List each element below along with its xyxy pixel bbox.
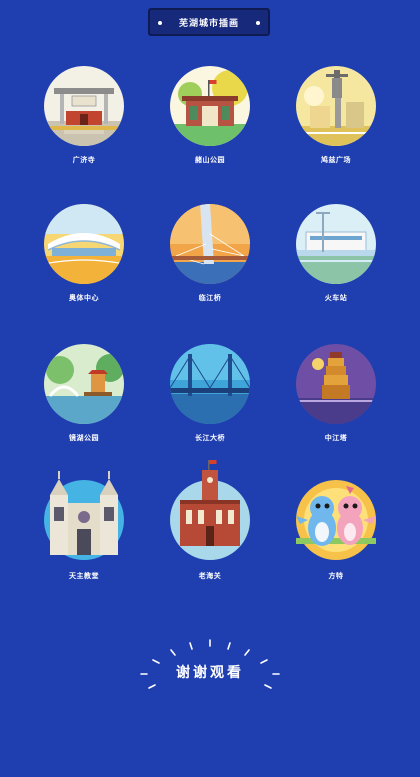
item-yangtze-bridge[interactable]: 长江大桥 [150,344,270,454]
item-label: 老海关 [198,572,222,580]
item-train-station[interactable]: 火车站 [276,204,396,314]
customs-house-icon [170,460,250,560]
lake-pavilion-icon [44,344,124,424]
illustration-grid: 广济寺 赭山公园 鸠兹广场 奥体中心 临江桥 火车站 镜湖公园 长江大桥 中江塔… [0,0,420,600]
train-station-icon [296,204,376,284]
item-label: 方特 [328,572,344,580]
statue-plaza-icon [296,66,376,146]
item-label: 长江大桥 [195,434,225,442]
item-jiuzi-plaza[interactable]: 鸠兹广场 [276,66,396,176]
item-label: 鸠兹广场 [321,156,351,164]
pagoda-icon [296,344,376,424]
stadium-icon [44,204,124,284]
item-label: 临江桥 [198,294,222,302]
park-gate-icon [170,66,250,146]
item-guangji-temple[interactable]: 广济寺 [24,66,144,176]
item-label: 镜湖公园 [69,434,99,442]
item-label: 赭山公园 [195,156,225,164]
item-olympic-center[interactable]: 奥体中心 [24,204,144,314]
item-label: 火车站 [324,294,348,302]
cable-bridge-tower-icon [170,204,250,284]
temple-gate-icon [44,66,124,146]
item-old-customs[interactable]: 老海关 [150,460,270,580]
item-cathedral[interactable]: 天主教堂 [24,466,144,580]
item-fantawild[interactable]: 方特 [276,466,396,580]
item-label: 广济寺 [72,156,96,164]
item-zheshan-park[interactable]: 赭山公园 [150,66,270,176]
item-jinghu-park[interactable]: 镜湖公园 [24,344,144,454]
item-linjiang-bridge[interactable]: 临江桥 [150,190,270,302]
river-bridge-icon [170,344,250,424]
item-zhongjiang-pagoda[interactable]: 中江塔 [276,344,396,454]
cathedral-icon [44,466,124,560]
thanks-text: 谢谢观看 [176,665,244,681]
dinosaur-mascots-icon [296,480,376,560]
item-label: 天主教堂 [69,572,99,580]
item-label: 奥体中心 [69,294,99,302]
item-label: 中江塔 [324,434,348,442]
